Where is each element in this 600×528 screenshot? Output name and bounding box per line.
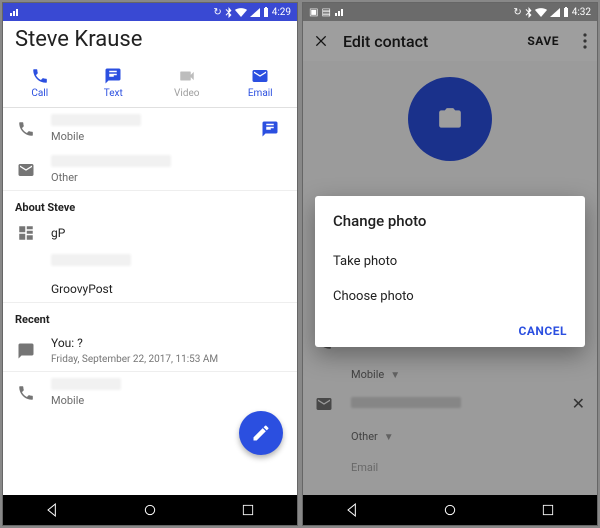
wifi-icon (235, 8, 247, 17)
change-photo-dialog: Change photo Take photo Choose photo CAN… (315, 196, 585, 347)
company-row: gP (3, 218, 297, 248)
recents-button[interactable] (539, 501, 557, 519)
bluetooth-icon (525, 7, 532, 18)
email-type: Other (51, 171, 285, 184)
choose-photo-option[interactable]: Choose photo (333, 279, 567, 314)
call-label: Call (3, 88, 77, 99)
recent-call-row[interactable]: Mobile (3, 371, 297, 413)
redacted-recent-phone (51, 378, 121, 390)
message-icon (77, 66, 151, 86)
sync-icon: ↻ (213, 7, 221, 18)
contact-detail-screen: ↻ 4:29 Steve Krause Call (2, 2, 298, 526)
app-icon: ▤ (321, 7, 330, 18)
battery-icon (263, 7, 269, 17)
phone-icon (15, 384, 37, 402)
about-heading: About Steve (3, 190, 297, 218)
email-action[interactable]: Email (224, 60, 298, 107)
company-value: gP (51, 226, 285, 240)
status-bar: ↻ 4:29 (3, 3, 297, 21)
home-button[interactable] (141, 501, 159, 519)
bluetooth-icon (225, 7, 232, 18)
sync-icon: ↻ (513, 7, 521, 18)
action-row: Call Text Video Email (3, 60, 297, 108)
text-action[interactable]: Text (77, 60, 151, 107)
android-navbar (3, 495, 297, 525)
phone-row[interactable]: Mobile (3, 108, 297, 149)
phone-icon (15, 120, 37, 138)
status-time: 4:32 (572, 7, 591, 18)
video-label: Video (150, 88, 224, 99)
phone-icon (3, 66, 77, 86)
email-icon (224, 66, 298, 86)
video-action[interactable]: Video (150, 60, 224, 107)
call-action[interactable]: Call (3, 60, 77, 107)
back-button[interactable] (43, 501, 61, 519)
about-blur-row (3, 248, 297, 276)
contact-content: Steve Krause Call Text Video (3, 21, 297, 495)
recent-message: You: ? (51, 336, 285, 350)
back-button[interactable] (343, 501, 361, 519)
wifi-icon (535, 8, 547, 17)
home-button[interactable] (441, 501, 459, 519)
company-icon (15, 224, 37, 242)
text-label: Text (77, 88, 151, 99)
video-icon (150, 66, 224, 86)
contact-name: Steve Krause (3, 21, 297, 60)
cell-icon (550, 8, 560, 17)
status-bar: ▣ ▤ ↻ 4:32 (303, 3, 597, 21)
message-icon (15, 342, 37, 360)
redacted-about (51, 254, 131, 266)
edit-fab[interactable] (239, 411, 283, 455)
pencil-icon (251, 423, 271, 443)
cell-icon (250, 8, 260, 17)
recents-button[interactable] (239, 501, 257, 519)
email-row[interactable]: Other (3, 149, 297, 190)
redacted-phone (51, 114, 141, 126)
email-label: Email (224, 88, 298, 99)
recent-message-row[interactable]: You: ? Friday, September 22, 2017, 11:53… (3, 330, 297, 371)
edit-content: Edit contact SAVE Phone Mobile▼ (303, 21, 597, 495)
edit-contact-screen: ▣ ▤ ↻ 4:32 (302, 2, 598, 526)
recent-phone-type: Mobile (51, 394, 285, 407)
website-value: GroovyPost (51, 282, 285, 296)
email-icon (15, 161, 37, 179)
cancel-button[interactable]: CANCEL (519, 324, 567, 338)
battery-icon (563, 7, 569, 17)
message-shortcut[interactable] (261, 120, 285, 138)
website-row: GroovyPost (3, 276, 297, 302)
app-icon: ▣ (309, 7, 318, 18)
phone-type: Mobile (51, 130, 247, 143)
dialog-title: Change photo (333, 212, 567, 230)
android-navbar (303, 495, 597, 525)
signal-icon (334, 7, 346, 17)
recent-time: Friday, September 22, 2017, 11:53 AM (51, 354, 285, 365)
recent-heading: Recent (3, 302, 297, 330)
signal-icon (9, 7, 21, 17)
status-time: 4:29 (272, 7, 291, 18)
take-photo-option[interactable]: Take photo (333, 244, 567, 279)
redacted-email (51, 155, 171, 167)
